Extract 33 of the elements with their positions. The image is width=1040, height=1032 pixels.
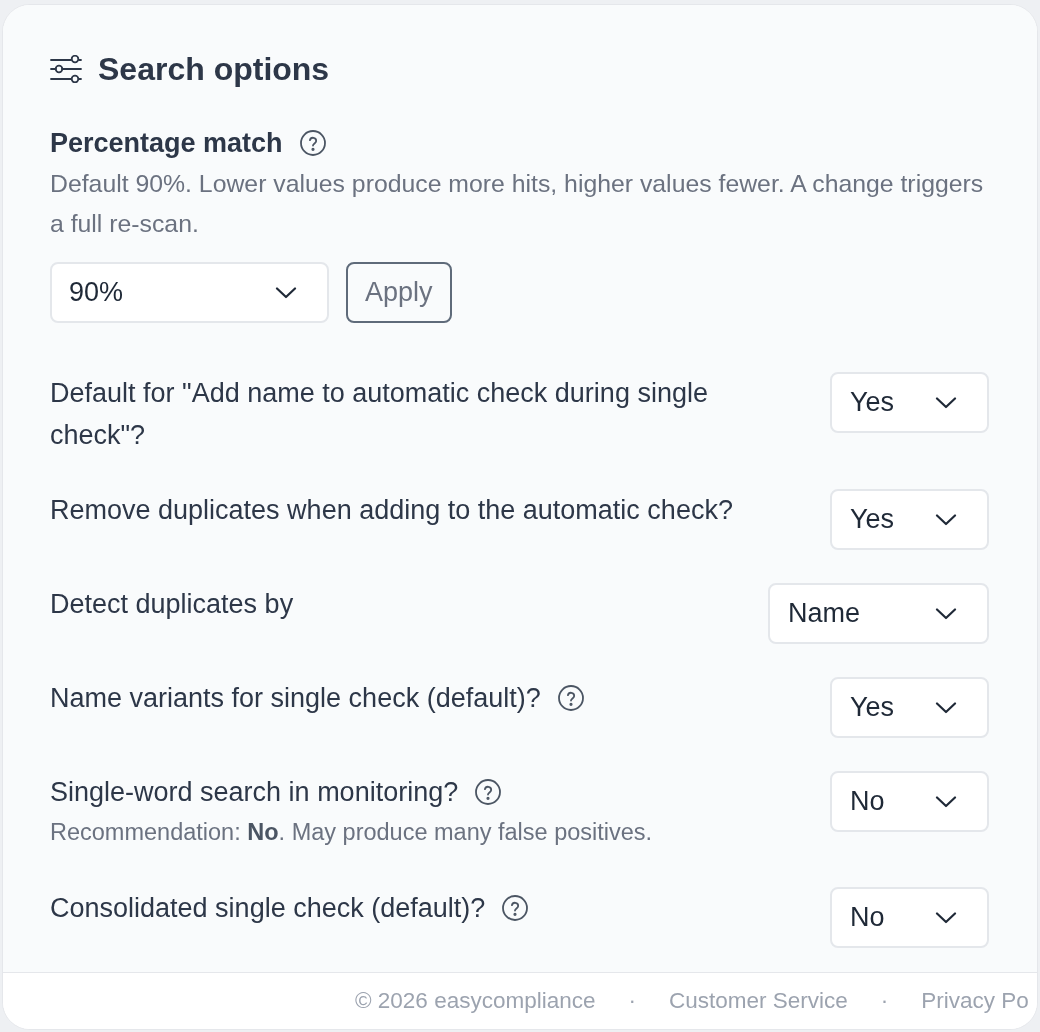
- setting-label: Single-word search in monitoring?: [50, 776, 459, 809]
- copyright-text: © 2026 easycompliance: [355, 987, 596, 1016]
- dropdown-select[interactable]: Yes: [830, 677, 989, 738]
- sliders-icon: [50, 55, 82, 83]
- chevron-down-icon: [935, 513, 957, 526]
- setting-label: Name variants for single check (default)?: [50, 682, 541, 715]
- field-description: Default 90%. Lower values produce more hits, higher values fewer. A change triggers a full re-scan.: [50, 169, 985, 239]
- apply-button[interactable]: Apply: [346, 262, 452, 323]
- setting-label: Detect duplicates by: [50, 588, 294, 621]
- help-icon[interactable]: [557, 685, 584, 711]
- help-icon[interactable]: [475, 779, 502, 805]
- section-title: Search options: [98, 50, 330, 89]
- chevron-down-icon: [935, 911, 957, 924]
- separator-dot: ·: [628, 987, 636, 1016]
- help-icon[interactable]: [299, 130, 326, 156]
- dropdown-select[interactable]: Yes: [830, 372, 989, 433]
- field-label: Percentage match: [50, 127, 283, 160]
- dropdown-select[interactable]: No: [830, 771, 989, 832]
- dropdown-select[interactable]: 90%: [50, 262, 329, 323]
- dropdown-select[interactable]: No: [830, 887, 989, 948]
- dropdown-select[interactable]: Name: [768, 583, 989, 644]
- chevron-down-icon: [935, 795, 957, 808]
- setting-label: Default for "Add name to automatic check during single check"?: [50, 377, 709, 452]
- dropdown-select[interactable]: Yes: [830, 489, 989, 550]
- chevron-down-icon: [935, 701, 957, 714]
- chevron-down-icon: [935, 607, 957, 620]
- chevron-down-icon: [275, 286, 297, 299]
- separator-dot: ·: [880, 987, 889, 1016]
- help-icon[interactable]: [502, 895, 529, 921]
- setting-note: Recommendation: No. May produce many false positives.: [50, 818, 654, 847]
- setting-label: Consolidated single check (default)?: [50, 892, 486, 925]
- chevron-down-icon: [935, 396, 957, 409]
- setting-label: Remove duplicates when adding to the automatic check?: [50, 494, 733, 527]
